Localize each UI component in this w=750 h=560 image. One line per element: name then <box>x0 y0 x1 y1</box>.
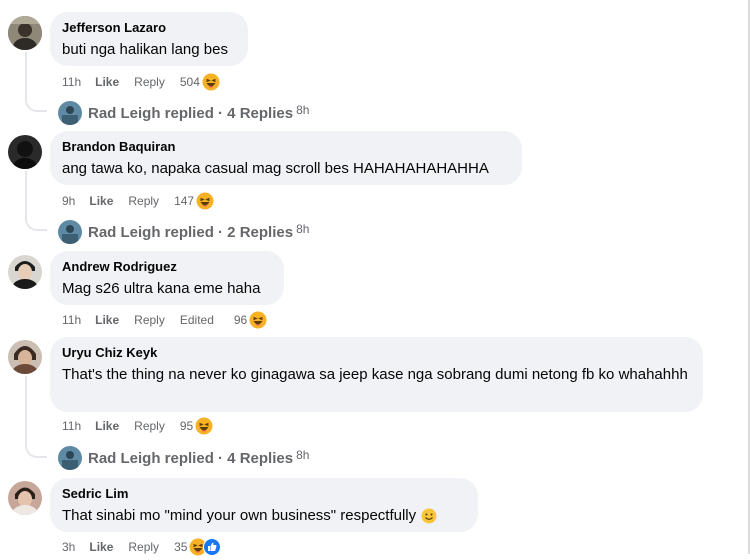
comment-text-row: That sinabi mo "mind your own business" … <box>62 506 466 526</box>
comment-time[interactable]: 9h <box>62 193 75 209</box>
replies-time: 8h <box>296 448 310 462</box>
like-button[interactable]: Like <box>95 312 119 328</box>
comment-time[interactable]: 11h <box>62 312 81 328</box>
reply-button[interactable]: Reply <box>128 193 159 209</box>
comment-text: Mag s26 ultra kana eme haha <box>62 280 261 297</box>
comment-actions: 9h Like Reply 147 <box>62 192 214 210</box>
avatar[interactable] <box>8 481 42 515</box>
like-button[interactable]: Like <box>95 418 119 434</box>
comment-author[interactable]: Uryu Chiz Keyk <box>62 345 691 361</box>
comment-bubble: Sedric Lim That sinabi mo "mind your own… <box>50 478 478 532</box>
reaction-count[interactable]: 95 <box>180 418 193 434</box>
comment-text: ang tawa ko, napaka casual mag scroll be… <box>62 160 489 177</box>
reaction-count[interactable]: 147 <box>174 193 194 209</box>
comment-bubble: Andrew Rodriguez Mag s26 ultra kana eme … <box>50 251 284 305</box>
replier-avatar <box>58 101 82 125</box>
comment-bubble: Jefferson Lazaro buti nga halikan lang b… <box>50 12 248 66</box>
edited-label: Edited <box>179 313 214 327</box>
replies-time: 8h <box>296 222 310 236</box>
like-button[interactable]: Like <box>89 539 113 555</box>
replier-avatar <box>58 446 82 470</box>
reaction-count[interactable]: 504 <box>180 74 200 90</box>
replies-text[interactable]: Rad Leigh replied · 2 Replies <box>88 224 293 241</box>
thread-connector <box>25 171 47 231</box>
comment-actions: 3h Like Reply 35 <box>62 538 222 556</box>
reply-button[interactable]: Reply <box>134 312 165 328</box>
replies-time: 8h <box>296 103 310 117</box>
comment-time[interactable]: 11h <box>62 74 81 90</box>
comment-author[interactable]: Andrew Rodriguez <box>62 259 272 275</box>
reaction-count[interactable]: 35 <box>174 539 187 555</box>
replier-avatar <box>58 220 82 244</box>
view-replies-link[interactable]: Rad Leigh replied · 4 Replies 8h <box>58 446 309 470</box>
comment-time[interactable]: 3h <box>62 539 75 555</box>
avatar[interactable] <box>8 135 42 169</box>
reaction-count[interactable]: 96 <box>234 312 247 328</box>
like-emoji-icon[interactable] <box>203 538 222 556</box>
comment-actions: 11h Like Reply 504 <box>62 73 220 91</box>
avatar[interactable] <box>8 16 42 50</box>
haha-emoji-icon[interactable] <box>196 192 214 210</box>
comment-bubble: Uryu Chiz Keyk That's the thing na never… <box>50 337 703 412</box>
comment-author[interactable]: Brandon Baquiran <box>62 139 510 155</box>
comment-author[interactable]: Sedric Lim <box>62 486 466 502</box>
comment-bubble: Brandon Baquiran ang tawa ko, napaka cas… <box>50 131 522 185</box>
comment-text: That's the thing na never ko ginagawa sa… <box>62 366 688 383</box>
reply-button[interactable]: Reply <box>128 539 159 555</box>
haha-emoji-icon[interactable] <box>195 417 213 435</box>
thread-connector <box>25 52 47 112</box>
comment-actions: 11h Like Reply Edited 96 <box>62 311 267 329</box>
haha-emoji-icon[interactable] <box>249 311 267 329</box>
haha-emoji-icon[interactable] <box>202 73 220 91</box>
view-replies-link[interactable]: Rad Leigh replied · 4 Replies 8h <box>58 101 309 125</box>
reply-button[interactable]: Reply <box>134 418 165 434</box>
comment-time[interactable]: 11h <box>62 418 81 434</box>
view-replies-link[interactable]: Rad Leigh replied · 2 Replies 8h <box>58 220 309 244</box>
avatar[interactable] <box>8 255 42 289</box>
reply-button[interactable]: Reply <box>134 74 165 90</box>
replies-text[interactable]: Rad Leigh replied · 4 Replies <box>88 105 293 122</box>
smile-emoji-icon <box>421 508 437 524</box>
like-button[interactable]: Like <box>89 193 113 209</box>
avatar[interactable] <box>8 340 42 374</box>
comment-actions: 11h Like Reply 95 <box>62 417 213 435</box>
comment-text: buti nga halikan lang bes <box>62 41 228 58</box>
replies-text[interactable]: Rad Leigh replied · 4 Replies <box>88 450 293 467</box>
thread-connector <box>25 376 47 458</box>
comment-text: That sinabi mo "mind your own business" … <box>62 507 417 524</box>
comment-author[interactable]: Jefferson Lazaro <box>62 20 236 36</box>
like-button[interactable]: Like <box>95 74 119 90</box>
